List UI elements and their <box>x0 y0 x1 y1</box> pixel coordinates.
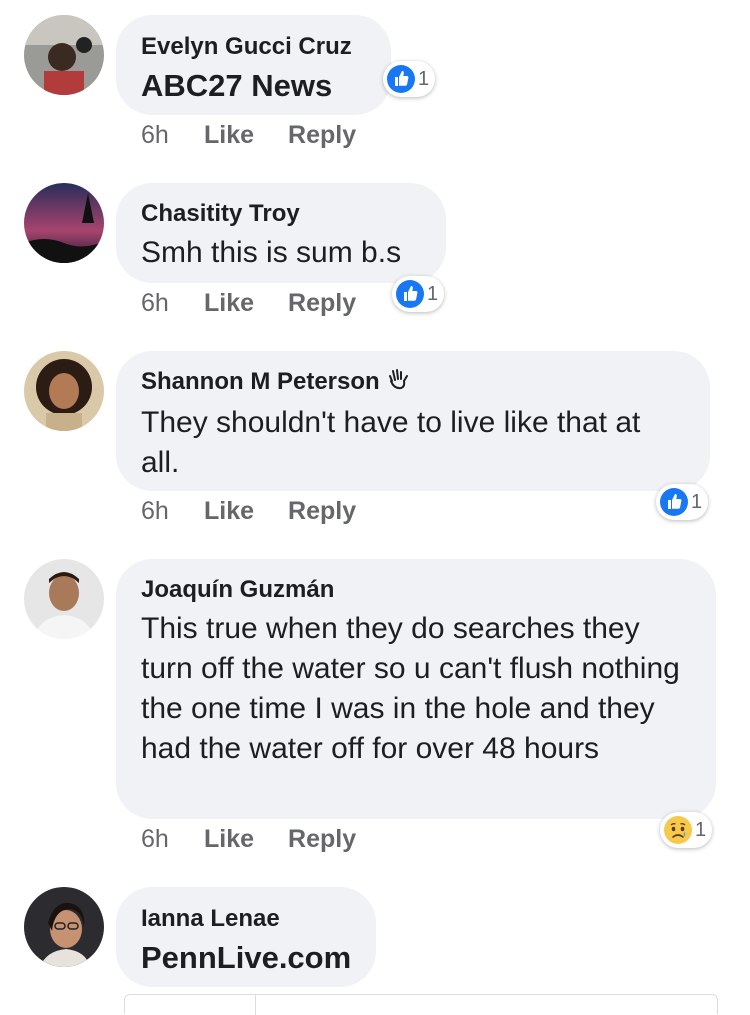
comment-actions: 6h Like Reply <box>141 289 390 318</box>
reaction-count: 1 <box>691 490 703 513</box>
comment-actions: 6h Like Reply <box>141 825 390 854</box>
timestamp[interactable]: 6h <box>141 497 204 526</box>
avatar[interactable] <box>24 15 104 95</box>
reply-button[interactable]: Reply <box>288 289 356 318</box>
reaction-badge[interactable]: 1 <box>392 276 445 312</box>
like-icon <box>387 65 415 93</box>
reply-button[interactable]: Reply <box>288 825 356 854</box>
avatar[interactable] <box>24 183 104 263</box>
wave-icon <box>386 367 412 399</box>
comment-bubble: Evelyn Gucci Cruz ABC27 News <box>116 15 391 115</box>
comment-actions: 6h Like Reply <box>141 121 390 150</box>
author-name[interactable]: Evelyn Gucci Cruz <box>141 32 367 62</box>
comment-bubble: Joaquín Guzmán This true when they do se… <box>116 559 716 819</box>
timestamp[interactable]: 6h <box>141 121 204 150</box>
timestamp[interactable]: 6h <box>141 289 204 318</box>
like-button[interactable]: Like <box>204 289 254 318</box>
like-icon <box>396 280 424 308</box>
author-name[interactable]: Joaquín Guzmán <box>141 575 692 605</box>
like-button[interactable]: Like <box>204 121 254 150</box>
reaction-badge[interactable]: 1 <box>383 61 436 97</box>
timestamp[interactable]: 6h <box>141 825 204 854</box>
comment-bubble: Shannon M Peterson They shouldn't have t… <box>116 351 710 491</box>
avatar[interactable] <box>24 559 104 639</box>
comment-text: PennLive.com <box>141 940 352 975</box>
reaction-badge[interactable]: 1 <box>656 484 709 520</box>
author-name[interactable]: Ianna Lenae <box>141 904 352 934</box>
like-icon <box>660 488 688 516</box>
reaction-count: 1 <box>695 818 707 841</box>
comment-text: Smh this is sum b.s <box>141 236 402 269</box>
author-name[interactable]: Chasitity Troy <box>141 199 422 229</box>
reaction-count: 1 <box>418 67 430 90</box>
comment-text: This true when they do searches they tur… <box>141 612 680 765</box>
link-preview-edge <box>124 994 718 1015</box>
comment-bubble: Chasitity Troy Smh this is sum b.s <box>116 183 446 283</box>
comment-text: They shouldn't have to live like that at… <box>141 406 641 479</box>
reaction-count: 1 <box>427 282 439 305</box>
comment-text: ABC27 News <box>141 68 333 103</box>
avatar[interactable] <box>24 351 104 431</box>
like-button[interactable]: Like <box>204 825 254 854</box>
author-name[interactable]: Shannon M Peterson <box>141 368 380 395</box>
author-name-row: Shannon M Peterson <box>141 367 686 399</box>
reply-button[interactable]: Reply <box>288 121 356 150</box>
comment-actions: 6h Like Reply <box>141 497 390 526</box>
avatar[interactable] <box>24 887 104 967</box>
comment-bubble: Ianna Lenae PennLive.com <box>116 887 376 987</box>
link-preview-divider <box>255 995 256 1015</box>
reaction-badge[interactable]: 1 <box>660 812 713 848</box>
sad-icon <box>664 816 692 844</box>
like-button[interactable]: Like <box>204 497 254 526</box>
reply-button[interactable]: Reply <box>288 497 356 526</box>
